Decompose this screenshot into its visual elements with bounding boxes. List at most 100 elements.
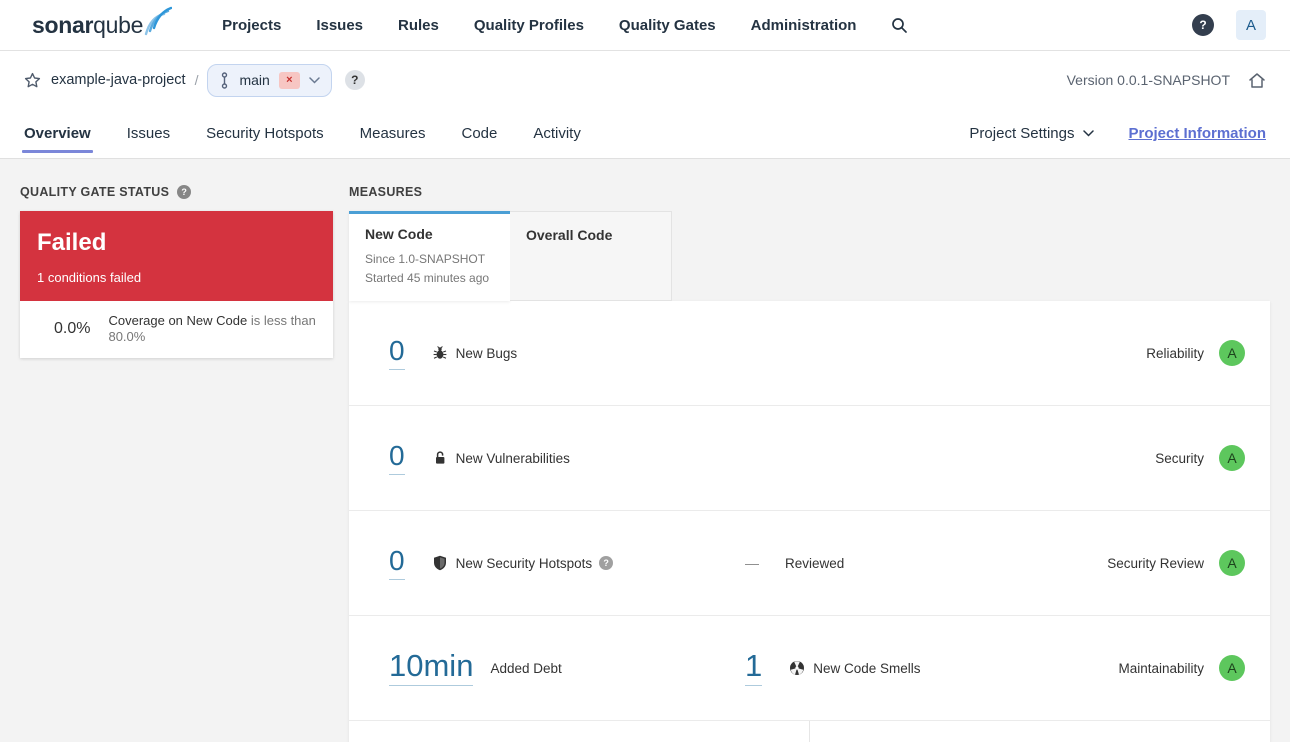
sonarqube-logo[interactable]: sonarqube [32, 6, 173, 40]
new-hotspots-metric: 0 New Security Hotspots ? [389, 546, 745, 580]
condition-value: 0.0% [54, 320, 91, 338]
project-version: Version 0.0.1-SNAPSHOT [1066, 72, 1230, 88]
security-rating-badge[interactable]: A [1219, 445, 1245, 471]
measure-row-maintainability: 10min Added Debt 1 New Code Smells Maint… [349, 616, 1270, 721]
branch-selector[interactable]: main × [207, 63, 332, 97]
quality-gate-section: QUALITY GATE STATUS ? Failed 1 condition… [20, 185, 333, 742]
reliability-rating-badge[interactable]: A [1219, 340, 1245, 366]
reviewed-label: Reviewed [785, 555, 845, 571]
branch-close-icon[interactable]: × [278, 71, 300, 89]
chevron-down-icon [1083, 130, 1095, 137]
branch-name: main [239, 72, 270, 88]
logo-text: sonarqube [32, 12, 144, 38]
quality-gate-title: QUALITY GATE STATUS [20, 185, 170, 199]
logo-swoosh-icon [144, 6, 173, 36]
hotspots-help-icon[interactable]: ? [599, 556, 614, 570]
new-bugs-label: New Bugs [455, 345, 518, 361]
measures-panel: 0 New Bugs Reliability A 0 New Vulnerabi… [349, 301, 1270, 742]
maintainability-rating-badge[interactable]: A [1219, 655, 1245, 681]
breadcrumb-separator: / [194, 72, 199, 88]
favorite-star-icon[interactable] [24, 72, 41, 89]
breadcrumb-right: Version 0.0.1-SNAPSHOT [1067, 72, 1266, 89]
shield-icon [432, 555, 448, 571]
security-review-rating-badge[interactable]: A [1219, 550, 1245, 576]
project-tabs: Overview Issues Security Hotspots Measur… [0, 109, 1290, 159]
nav-item-projects[interactable]: Projects [222, 17, 281, 34]
nav-item-quality-gates[interactable]: Quality Gates [619, 17, 716, 34]
reviewed-value: — [745, 555, 759, 571]
added-debt-label: Added Debt [490, 660, 562, 676]
security-review-label: Security Review [1107, 555, 1204, 571]
new-code-tab-subtitle: Since 1.0-SNAPSHOT Started 45 minutes ag… [365, 252, 490, 286]
nav-item-quality-profiles[interactable]: Quality Profiles [474, 17, 584, 34]
measure-row-bugs: 0 New Bugs Reliability A [349, 301, 1270, 406]
new-code-tab-label: New Code [365, 226, 433, 242]
tab-new-code[interactable]: New Code Since 1.0-SNAPSHOT Started 45 m… [349, 211, 510, 301]
security-label: Security [1155, 450, 1204, 466]
quality-gate-status: Failed [37, 229, 107, 256]
overall-code-tab-label: Overall Code [526, 227, 613, 243]
added-debt-link[interactable]: 10min [389, 650, 474, 686]
new-hotspots-label: New Security Hotspots [455, 555, 593, 571]
quality-gate-help-icon[interactable]: ? [177, 185, 192, 199]
user-avatar[interactable]: A [1236, 10, 1266, 40]
nav-item-administration[interactable]: Administration [751, 17, 857, 34]
measures-tabs: New Code Since 1.0-SNAPSHOT Started 45 m… [349, 211, 1270, 301]
quality-gate-header: QUALITY GATE STATUS ? [20, 185, 333, 199]
quality-gate-banner: Failed 1 conditions failed [20, 211, 333, 301]
measures-header: MEASURES [349, 185, 1270, 199]
tab-security-hotspots[interactable]: Security Hotspots [206, 110, 324, 157]
bug-icon [432, 345, 448, 361]
top-navbar: sonarqube Projects Issues Rules Quality … [0, 0, 1290, 51]
maintainability-rating: Maintainability A [1118, 655, 1245, 681]
tab-issues[interactable]: Issues [127, 110, 170, 157]
tab-overall-code[interactable]: Overall Code [510, 211, 672, 301]
security-review-rating: Security Review A [1107, 550, 1245, 576]
maintainability-label: Maintainability [1118, 660, 1204, 676]
nav-item-rules[interactable]: Rules [398, 17, 439, 34]
tab-code[interactable]: Code [461, 110, 497, 157]
security-rating: Security A [1155, 445, 1245, 471]
new-code-smells-metric: 1 New Code Smells [745, 650, 921, 686]
home-icon[interactable] [1248, 72, 1266, 89]
tab-activity[interactable]: Activity [533, 110, 581, 157]
coverage-duplications-row [349, 721, 1270, 742]
quality-gate-subtitle: 1 conditions failed [37, 270, 142, 285]
coverage-cell [349, 721, 809, 742]
added-debt-metric: 10min Added Debt [389, 650, 745, 686]
measures-title: MEASURES [349, 185, 423, 199]
measure-row-vulnerabilities: 0 New Vulnerabilities Security A [349, 406, 1270, 511]
branch-icon [219, 71, 230, 89]
project-information-link[interactable]: Project Information [1128, 125, 1266, 142]
measures-section: MEASURES New Code Since 1.0-SNAPSHOT Sta… [349, 185, 1270, 742]
breadcrumb: example-java-project / main × ? Version … [0, 51, 1290, 109]
help-icon[interactable]: ? [1192, 14, 1214, 36]
new-bugs-metric: 0 New Bugs [389, 336, 518, 370]
condition-metric: Coverage on New Code [108, 313, 248, 328]
new-vulnerabilities-metric: 0 New Vulnerabilities [389, 441, 570, 475]
project-name-link[interactable]: example-java-project [51, 72, 186, 88]
reliability-rating: Reliability A [1146, 340, 1245, 366]
project-settings-dropdown[interactable]: Project Settings [969, 125, 1095, 142]
nav-item-issues[interactable]: Issues [316, 17, 363, 34]
new-code-smells-count-link[interactable]: 1 [745, 650, 763, 686]
nav-links: Projects Issues Rules Quality Profiles Q… [222, 17, 856, 34]
measure-row-hotspots: 0 New Security Hotspots ? — Reviewed Sec… [349, 511, 1270, 616]
new-bugs-count-link[interactable]: 0 [389, 336, 405, 370]
new-vulnerabilities-label: New Vulnerabilities [455, 450, 570, 466]
chevron-down-icon [309, 76, 320, 84]
new-code-smells-label: New Code Smells [813, 660, 921, 676]
overview-content: QUALITY GATE STATUS ? Failed 1 condition… [0, 159, 1290, 742]
new-vulnerabilities-count-link[interactable]: 0 [389, 441, 405, 475]
tab-overview[interactable]: Overview [22, 110, 93, 157]
search-icon[interactable] [891, 17, 908, 34]
failed-condition-row[interactable]: 0.0% Coverage on New Code is less than 8… [20, 301, 333, 358]
reliability-label: Reliability [1146, 345, 1204, 361]
open-lock-icon [432, 450, 448, 466]
branch-help-icon[interactable]: ? [344, 70, 365, 90]
active-tab-underline [22, 150, 93, 153]
new-hotspots-count-link[interactable]: 0 [389, 546, 405, 580]
quality-gate-card: Failed 1 conditions failed 0.0% Coverage… [20, 211, 333, 358]
tab-measures[interactable]: Measures [360, 110, 426, 157]
tabs-right: Project Settings Project Information [969, 125, 1266, 142]
